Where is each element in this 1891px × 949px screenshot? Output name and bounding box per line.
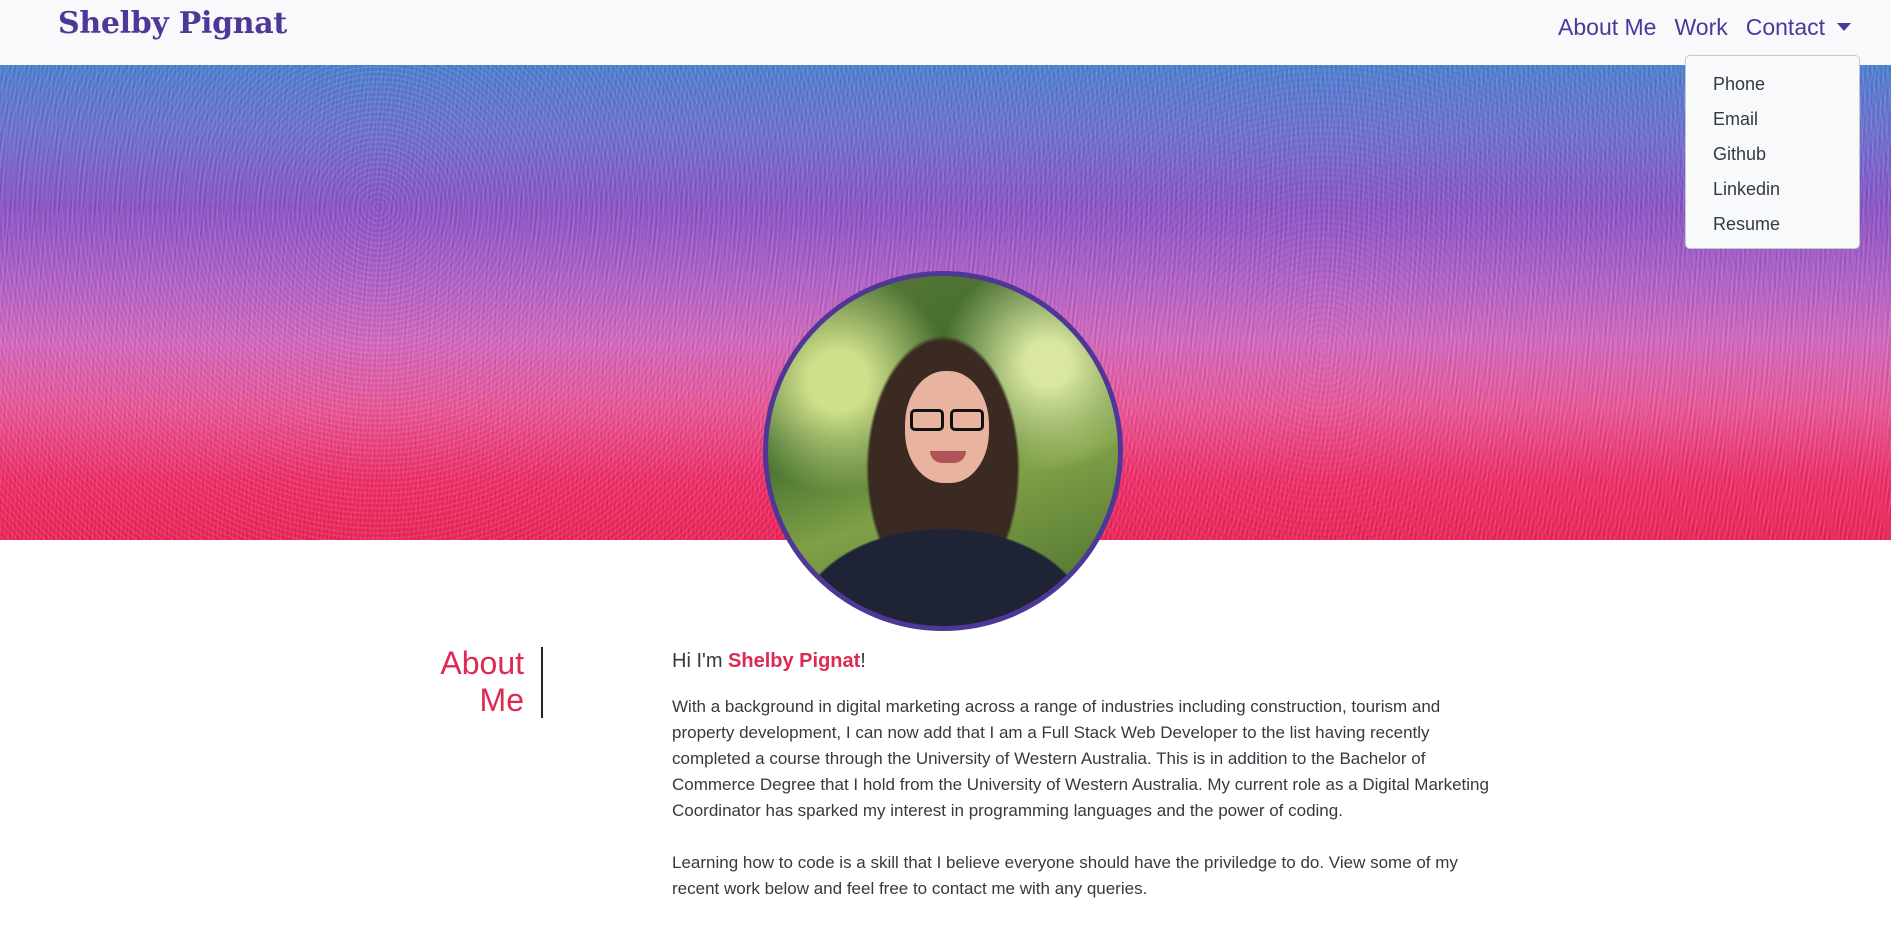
about-title-line1: About (440, 645, 524, 681)
greeting-name: Shelby Pignat (728, 650, 861, 672)
about-paragraph-2: Learning how to code is a skill that I b… (672, 853, 1458, 898)
about-title-line2: Me (479, 682, 524, 718)
greeting-prefix: Hi I'm (672, 650, 729, 672)
dropdown-item-phone[interactable]: Phone (1686, 70, 1859, 105)
about-paragraph-1: With a background in digital marketing a… (672, 697, 1489, 820)
dropdown-item-github[interactable]: Github (1686, 140, 1859, 175)
nav-link-contact-label: Contact (1745, 14, 1825, 40)
dropdown-item-resume[interactable]: Resume (1686, 210, 1859, 245)
contact-dropdown-menu: Phone Email Github Linkedin Resume (1685, 55, 1860, 249)
brand-logo-link[interactable]: Shelby Pignat (58, 6, 287, 41)
nav-link-work[interactable]: Work (1674, 14, 1727, 41)
navbar: Shelby Pignat About Me Work Contact (0, 0, 1891, 65)
dropdown-item-linkedin[interactable]: Linkedin (1686, 175, 1859, 210)
about-section-title: About Me (420, 645, 524, 719)
profile-photo (763, 271, 1123, 631)
dropdown-item-email[interactable]: Email (1686, 105, 1859, 140)
nav-link-about-me[interactable]: About Me (1558, 14, 1656, 41)
glasses-left-lens (910, 409, 944, 431)
caret-down-icon (1837, 22, 1851, 31)
about-divider (541, 647, 543, 718)
glasses-right-lens (950, 409, 984, 431)
nav-links: About Me Work Contact (1540, 14, 1851, 41)
about-greeting: Hi I'm Shelby Pignat! (672, 650, 866, 673)
nav-link-contact[interactable]: Contact (1746, 14, 1851, 41)
greeting-suffix: ! (860, 650, 866, 672)
